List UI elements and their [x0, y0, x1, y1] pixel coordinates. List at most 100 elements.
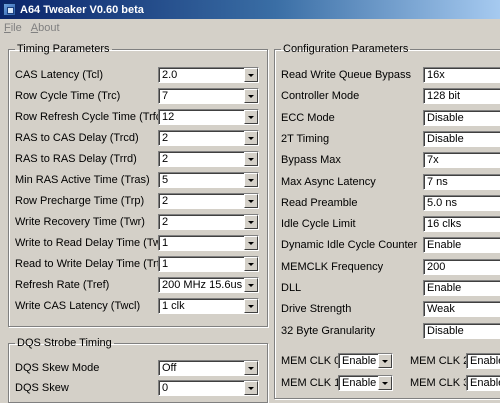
- mem-clk-0-label: MEM CLK 0: [281, 355, 341, 367]
- dynamic-idle-cycle-counter-label: Dynamic Idle Cycle Counter: [281, 239, 418, 251]
- dll-dropdown[interactable]: Enable: [423, 280, 500, 296]
- controller-mode-dropdown[interactable]: 128 bit: [423, 88, 500, 104]
- ecc-mode-dropdown[interactable]: Disable: [423, 110, 500, 126]
- dynamic-idle-cycle-counter-value: Enable: [427, 239, 462, 251]
- dll-label: DLL: [281, 282, 302, 294]
- timing-row-row-cycle-time: Row Cycle Time (Trc): [15, 88, 120, 104]
- write-recovery-time-label: Write Recovery Time (Twr): [15, 216, 145, 228]
- mem-clk-3-dropdown[interactable]: Enable: [466, 375, 500, 391]
- mem-clk-0-dropdown[interactable]: Enable: [338, 353, 393, 369]
- mem-clk-3-row: MEM CLK 3: [410, 375, 469, 391]
- chevron-down-icon[interactable]: [244, 173, 258, 187]
- chevron-down-icon[interactable]: [244, 68, 258, 82]
- dqs-skew-dropdown[interactable]: 0: [158, 380, 259, 396]
- ras-to-ras-delay-dropdown[interactable]: 2: [158, 151, 259, 167]
- memclk-frequency-label: MEMCLK Frequency: [281, 261, 384, 273]
- timing-row-ras-to-cas-delay: RAS to CAS Delay (Trcd): [15, 130, 139, 146]
- chevron-down-icon[interactable]: [244, 194, 258, 208]
- config-row-read-write-queue-bypass: Read Write Queue Bypass: [281, 67, 411, 83]
- idle-cycle-limit-dropdown[interactable]: 16 clks: [423, 216, 500, 232]
- max-async-latency-value: 7 ns: [427, 176, 448, 188]
- chevron-down-icon[interactable]: [244, 361, 258, 375]
- mem-clk-1-dropdown[interactable]: Enable: [338, 375, 393, 391]
- bypass-max-dropdown[interactable]: 7x: [423, 152, 500, 168]
- chevron-down-icon[interactable]: [378, 376, 392, 390]
- mem-clk-2-label: MEM CLK 2: [410, 355, 470, 367]
- write-to-read-delay-time-dropdown[interactable]: 1: [158, 235, 259, 251]
- menu-about[interactable]: About: [31, 22, 60, 34]
- app-icon: [3, 3, 16, 16]
- timing-row-write-to-read-delay-time: Write to Read Delay Time (Twtr): [15, 235, 171, 251]
- chevron-down-icon[interactable]: [378, 354, 392, 368]
- chevron-down-icon[interactable]: [244, 89, 258, 103]
- write-recovery-time-dropdown[interactable]: 2: [158, 214, 259, 230]
- 2t-timing-dropdown[interactable]: Disable: [423, 131, 500, 147]
- timing-row-cas-latency: CAS Latency (Tcl): [15, 67, 103, 83]
- row-cycle-time-dropdown[interactable]: 7: [158, 88, 259, 104]
- 32-byte-granularity-value: Disable: [427, 325, 464, 337]
- write-recovery-time-value: 2: [162, 216, 169, 228]
- chevron-down-icon[interactable]: [244, 215, 258, 229]
- timing-row-min-ras-active-time: Min RAS Active Time (Tras): [15, 172, 150, 188]
- write-cas-latency-label: Write CAS Latency (Twcl): [15, 300, 141, 312]
- row-refresh-cycle-time-dropdown[interactable]: 12: [158, 109, 259, 125]
- config-row-read-preamble: Read Preamble: [281, 195, 357, 211]
- dqs-skew-label: DQS Skew: [15, 382, 69, 394]
- min-ras-active-time-label: Min RAS Active Time (Tras): [15, 174, 150, 186]
- idle-cycle-limit-value: 16 clks: [427, 218, 462, 230]
- dqs-skew-value: 0: [162, 382, 169, 394]
- dynamic-idle-cycle-counter-dropdown[interactable]: Enable: [423, 237, 500, 253]
- config-row-dll: DLL: [281, 280, 301, 296]
- chevron-down-icon[interactable]: [244, 152, 258, 166]
- 2t-timing-value: Disable: [427, 133, 464, 145]
- chevron-down-icon[interactable]: [244, 131, 258, 145]
- read-write-queue-bypass-label: Read Write Queue Bypass: [281, 69, 412, 81]
- write-to-read-delay-time-value: 1: [162, 237, 169, 249]
- chevron-down-icon[interactable]: [244, 110, 258, 124]
- row-precharge-time-value: 2: [162, 195, 169, 207]
- row-precharge-time-label: Row Precharge Time (Trp): [15, 195, 145, 207]
- max-async-latency-dropdown[interactable]: 7 ns: [423, 174, 500, 190]
- read-to-write-delay-time-dropdown[interactable]: 1: [158, 256, 259, 272]
- menu-file[interactable]: File: [4, 22, 22, 34]
- memclk-frequency-dropdown[interactable]: 200: [423, 259, 500, 275]
- chevron-down-icon[interactable]: [244, 236, 258, 250]
- chevron-down-icon[interactable]: [244, 257, 258, 271]
- row-precharge-time-dropdown[interactable]: 2: [158, 193, 259, 209]
- refresh-rate-dropdown[interactable]: 200 MHz 15.6us: [158, 277, 259, 293]
- read-preamble-dropdown[interactable]: 5.0 ns: [423, 195, 500, 211]
- drive-strength-label: Drive Strength: [281, 303, 352, 315]
- ras-to-cas-delay-dropdown[interactable]: 2: [158, 130, 259, 146]
- read-to-write-delay-time-value: 1: [162, 258, 169, 270]
- bypass-max-value: 7x: [427, 154, 439, 166]
- timing-row-refresh-rate: Refresh Rate (Tref): [15, 277, 109, 293]
- config-row-max-async-latency: Max Async Latency: [281, 174, 376, 190]
- 32-byte-granularity-dropdown[interactable]: Disable: [423, 323, 500, 339]
- config-row-memclk-frequency: MEMCLK Frequency: [281, 259, 383, 275]
- ecc-mode-label: ECC Mode: [281, 112, 335, 124]
- timing-row-ras-to-ras-delay: RAS to RAS Delay (Trrd): [15, 151, 137, 167]
- cas-latency-dropdown[interactable]: 2.0: [158, 67, 259, 83]
- mem-clk-1-row: MEM CLK 1: [281, 375, 340, 391]
- mem-clk-0-value: Enable: [342, 355, 377, 367]
- chevron-down-icon[interactable]: [244, 299, 258, 313]
- 2t-timing-label: 2T Timing: [281, 133, 330, 145]
- write-cas-latency-dropdown[interactable]: 1 clk: [158, 298, 259, 314]
- dqs-skew-mode-dropdown[interactable]: Off: [158, 360, 259, 376]
- ras-to-cas-delay-label: RAS to CAS Delay (Trcd): [15, 132, 139, 144]
- mem-clk-3-label: MEM CLK 3: [410, 377, 470, 389]
- chevron-down-icon[interactable]: [244, 381, 258, 395]
- config-row-drive-strength: Drive Strength: [281, 301, 351, 317]
- 32-byte-granularity-label: 32 Byte Granularity: [281, 325, 376, 337]
- dqs-skew-mode-label: DQS Skew Mode: [15, 362, 100, 374]
- refresh-rate-label: Refresh Rate (Tref): [15, 279, 110, 291]
- timing-row-read-to-write-delay-time: Read to Write Delay Time (Trtw): [15, 256, 171, 272]
- refresh-rate-value: 200 MHz 15.6us: [162, 279, 243, 291]
- min-ras-active-time-dropdown[interactable]: 5: [158, 172, 259, 188]
- drive-strength-dropdown[interactable]: Weak: [423, 301, 500, 317]
- mem-clk-2-dropdown[interactable]: Enable: [466, 353, 500, 369]
- read-preamble-label: Read Preamble: [281, 197, 358, 209]
- read-write-queue-bypass-dropdown[interactable]: 16x: [423, 67, 500, 83]
- controller-mode-value: 128 bit: [427, 90, 461, 102]
- chevron-down-icon[interactable]: [244, 278, 258, 292]
